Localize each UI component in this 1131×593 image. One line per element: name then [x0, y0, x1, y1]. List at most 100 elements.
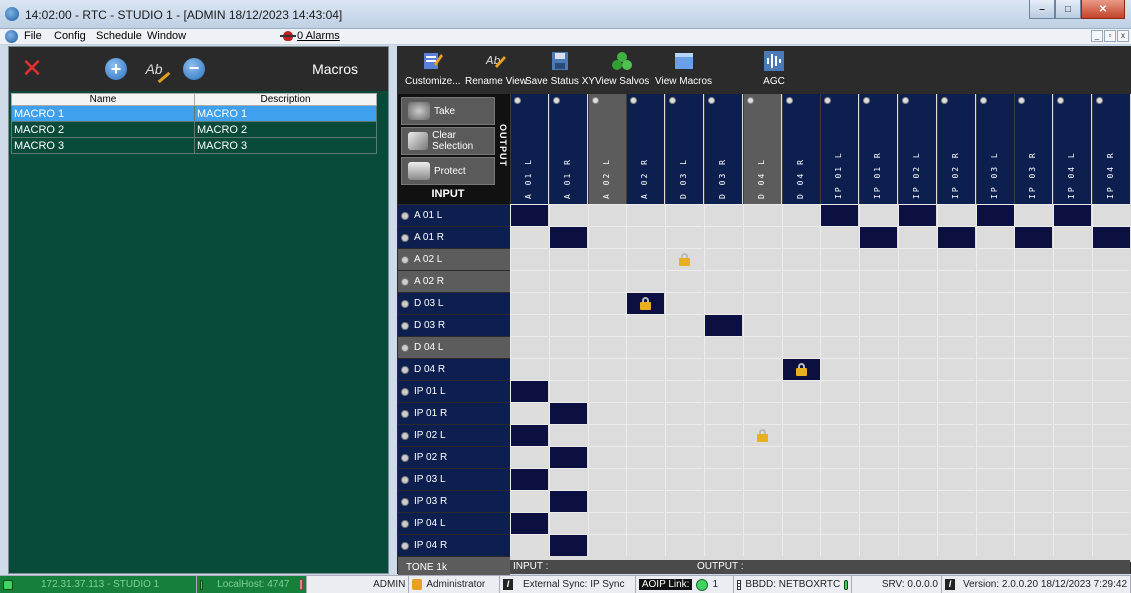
- crosspoint-cell[interactable]: [936, 358, 975, 380]
- crosspoint-cell[interactable]: [898, 292, 936, 314]
- crosspoint-cell[interactable]: [587, 292, 626, 314]
- crosspoint-cell[interactable]: [1092, 446, 1130, 468]
- crosspoint-cell[interactable]: [587, 270, 626, 292]
- crosspoint-cell[interactable]: [510, 424, 548, 446]
- crosspoint-cell[interactable]: [975, 402, 1014, 424]
- crosspoint-cell[interactable]: [859, 512, 898, 534]
- crosspoint-cell[interactable]: [587, 336, 626, 358]
- crosspoint-cell[interactable]: [898, 424, 936, 446]
- close-button[interactable]: ✕: [1081, 0, 1125, 19]
- macro-description[interactable]: MACRO 2: [194, 121, 377, 138]
- column-header-name[interactable]: Name: [11, 93, 195, 106]
- crosspoint-cell[interactable]: [704, 534, 742, 556]
- output-column-header[interactable]: A 02 L: [587, 94, 626, 204]
- column-header-description[interactable]: Description: [194, 93, 377, 106]
- crosspoint-cell[interactable]: [820, 490, 859, 512]
- crosspoint-cell[interactable]: [1092, 468, 1130, 490]
- crosspoint-cell[interactable]: [1014, 380, 1053, 402]
- crosspoint-cell[interactable]: [704, 512, 742, 534]
- crosspoint-cell[interactable]: [1014, 534, 1053, 556]
- crosspoint-cell[interactable]: [820, 380, 859, 402]
- crosspoint-cell[interactable]: [510, 248, 548, 270]
- crosspoint-cell[interactable]: [587, 204, 626, 226]
- crosspoint-cell[interactable]: [1092, 336, 1130, 358]
- crosspoint-cell[interactable]: [1092, 292, 1130, 314]
- crosspoint-cell[interactable]: [936, 336, 975, 358]
- minimize-button[interactable]: –: [1029, 0, 1055, 19]
- crosspoint-cell[interactable]: [936, 314, 975, 336]
- crosspoint-cell[interactable]: [898, 402, 936, 424]
- crosspoint-cell[interactable]: [859, 248, 898, 270]
- maximize-button[interactable]: □: [1055, 0, 1081, 19]
- crosspoint-cell[interactable]: [704, 490, 742, 512]
- crosspoint-cell[interactable]: [704, 424, 742, 446]
- crosspoint-cell[interactable]: [626, 314, 665, 336]
- crosspoint-cell[interactable]: [1053, 292, 1092, 314]
- protect-button[interactable]: Protect: [401, 157, 495, 185]
- crosspoint-cell[interactable]: [898, 248, 936, 270]
- crosspoint-cell[interactable]: [548, 226, 587, 248]
- crosspoint-cell[interactable]: [548, 358, 587, 380]
- crosspoint-cell[interactable]: [781, 248, 820, 270]
- input-row-header[interactable]: A 01 L: [398, 204, 510, 226]
- crosspoint-cell[interactable]: [548, 270, 587, 292]
- crosspoint-cell[interactable]: [820, 446, 859, 468]
- crosspoint-cell[interactable]: [898, 314, 936, 336]
- crosspoint-cell[interactable]: [859, 336, 898, 358]
- crosspoint-cell[interactable]: [626, 226, 665, 248]
- crosspoint-cell[interactable]: [781, 204, 820, 226]
- crosspoint-cell[interactable]: [1014, 336, 1053, 358]
- crosspoint-cell[interactable]: [1092, 512, 1130, 534]
- crosspoint-cell[interactable]: [548, 534, 587, 556]
- crosspoint-cell[interactable]: [742, 270, 781, 292]
- crosspoint-cell[interactable]: [587, 248, 626, 270]
- input-row-header[interactable]: IP 01 L: [398, 380, 510, 402]
- crosspoint-cell[interactable]: [704, 336, 742, 358]
- input-row-header[interactable]: A 01 R: [398, 226, 510, 248]
- crosspoint-cell[interactable]: [975, 490, 1014, 512]
- crosspoint-cell[interactable]: [548, 292, 587, 314]
- crosspoint-cell[interactable]: [626, 248, 665, 270]
- crosspoint-cell[interactable]: [1014, 248, 1053, 270]
- crosspoint-cell[interactable]: [665, 314, 704, 336]
- crosspoint-cell[interactable]: [1053, 534, 1092, 556]
- output-column-header[interactable]: D 04 L: [742, 94, 781, 204]
- crosspoint-cell[interactable]: [1053, 380, 1092, 402]
- input-row-header[interactable]: IP 02 R: [398, 446, 510, 468]
- input-row-header[interactable]: IP 03 L: [398, 468, 510, 490]
- remove-macro-button[interactable]: −: [181, 56, 207, 82]
- crosspoint-cell[interactable]: [510, 336, 548, 358]
- macro-description[interactable]: MACRO 1: [194, 105, 377, 122]
- crosspoint-cell[interactable]: [936, 468, 975, 490]
- crosspoint-cell[interactable]: [936, 292, 975, 314]
- crosspoint-cell[interactable]: [548, 424, 587, 446]
- crosspoint-cell[interactable]: [820, 534, 859, 556]
- rename-macro-button[interactable]: Ab: [141, 56, 167, 82]
- crosspoint-cell[interactable]: [820, 314, 859, 336]
- crosspoint-cell[interactable]: [975, 534, 1014, 556]
- crosspoint-cell[interactable]: [1053, 468, 1092, 490]
- crosspoint-cell[interactable]: [781, 424, 820, 446]
- crosspoint-cell[interactable]: [587, 314, 626, 336]
- crosspoint-cell[interactable]: [1092, 534, 1130, 556]
- view-salvos-button[interactable]: View Salvos: [595, 50, 649, 87]
- crosspoint-cell[interactable]: [936, 402, 975, 424]
- crosspoint-cell[interactable]: [548, 490, 587, 512]
- crosspoint-cell[interactable]: [820, 358, 859, 380]
- crosspoint-cell[interactable]: [665, 270, 704, 292]
- crosspoint-cell[interactable]: [1092, 314, 1130, 336]
- crosspoint-cell[interactable]: [1092, 204, 1130, 226]
- crosspoint-cell[interactable]: [898, 490, 936, 512]
- crosspoint-cell[interactable]: [665, 336, 704, 358]
- crosspoint-cell[interactable]: [742, 380, 781, 402]
- mdi-close-button[interactable]: x: [1117, 30, 1129, 42]
- crosspoint-cell[interactable]: [859, 468, 898, 490]
- crosspoint-cell[interactable]: [665, 534, 704, 556]
- crosspoint-cell[interactable]: [1014, 204, 1053, 226]
- input-row-header[interactable]: IP 02 L: [398, 424, 510, 446]
- crosspoint-cell[interactable]: [742, 292, 781, 314]
- crosspoint-cell[interactable]: [587, 446, 626, 468]
- crosspoint-cell[interactable]: [742, 314, 781, 336]
- macro-name[interactable]: MACRO 2: [11, 121, 195, 138]
- crosspoint-cell[interactable]: [781, 446, 820, 468]
